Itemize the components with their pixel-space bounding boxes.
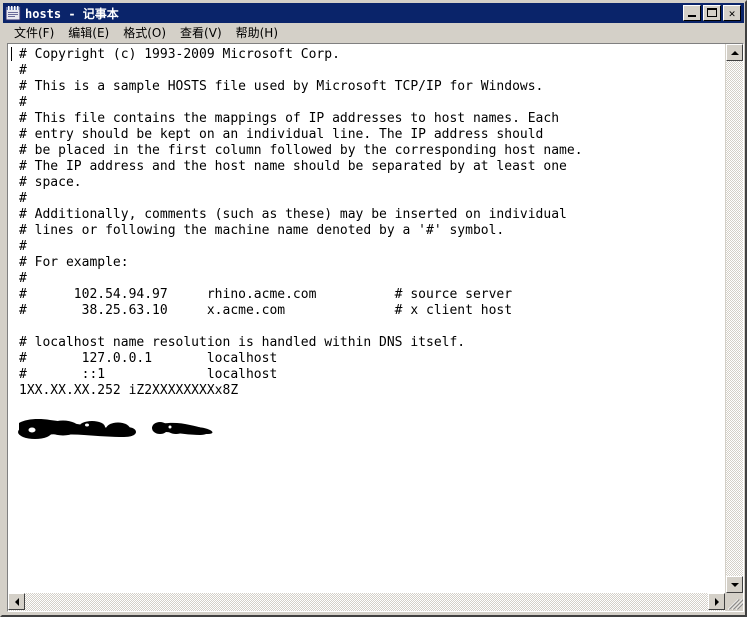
maximize-icon <box>707 8 717 17</box>
scroll-left-button[interactable] <box>8 593 25 610</box>
menu-help[interactable]: 帮助(H) <box>229 23 285 43</box>
text-line: # entry should be kept on an individual … <box>19 127 544 142</box>
text-line: 1XX.XX.XX.252 iZ2XXXXXXXXx8Z <box>19 383 239 398</box>
text-editor[interactable]: # Copyright (c) 1993-2009 Microsoft Corp… <box>8 44 725 593</box>
text-line: # The IP address and the host name shoul… <box>19 159 567 174</box>
close-icon: ✕ <box>728 6 736 20</box>
text-caret <box>11 47 12 61</box>
text-line: # lines or following the machine name de… <box>19 223 505 238</box>
window-controls: ✕ <box>683 5 741 21</box>
text-line: # <box>19 63 27 78</box>
editor-client-inner: # Copyright (c) 1993-2009 Microsoft Corp… <box>8 44 743 611</box>
text-line: # 38.25.63.10 x.acme.com # x client host <box>19 303 513 318</box>
editor-client-area: # Copyright (c) 1993-2009 Microsoft Corp… <box>7 43 744 612</box>
scroll-down-button[interactable] <box>726 576 743 593</box>
text-line: # ::1 localhost <box>19 367 278 382</box>
text-line: # localhost name resolution is handled w… <box>19 335 466 350</box>
text-line: # This is a sample HOSTS file used by Mi… <box>19 79 544 94</box>
text-line: # <box>19 95 27 110</box>
hosts-file-content: # Copyright (c) 1993-2009 Microsoft Corp… <box>19 47 583 399</box>
menu-edit[interactable]: 编辑(E) <box>61 23 116 43</box>
notepad-window: hosts - 记事本 ✕ 文件(F) 编辑(E) 格式(O) 查看(V) 帮助… <box>0 0 747 617</box>
menu-view[interactable]: 查看(V) <box>173 23 229 43</box>
minimize-button[interactable] <box>683 5 701 21</box>
menu-file[interactable]: 文件(F) <box>7 23 61 43</box>
vertical-scrollbar[interactable] <box>725 44 743 593</box>
menu-format[interactable]: 格式(O) <box>116 23 173 43</box>
minimize-icon <box>688 15 696 17</box>
text-line: # 102.54.94.97 rhino.acme.com # source s… <box>19 287 513 302</box>
text-line: # Additionally, comments (such as these)… <box>19 207 567 222</box>
close-button[interactable]: ✕ <box>723 5 741 21</box>
text-line: # For example: <box>19 255 129 270</box>
text-line: # Copyright (c) 1993-2009 Microsoft Corp… <box>19 47 340 62</box>
text-line <box>19 319 583 335</box>
text-line: # be placed in the first column followed… <box>19 143 583 158</box>
resize-grip[interactable] <box>725 593 743 611</box>
text-line: # <box>19 191 27 206</box>
text-line: # space. <box>19 175 82 190</box>
menu-bar: 文件(F) 编辑(E) 格式(O) 查看(V) 帮助(H) <box>3 23 744 42</box>
notepad-icon <box>5 5 21 21</box>
title-bar[interactable]: hosts - 记事本 ✕ <box>3 3 744 23</box>
text-line: # This file contains the mappings of IP … <box>19 111 560 126</box>
maximize-button[interactable] <box>703 5 721 21</box>
scroll-up-button[interactable] <box>726 44 743 61</box>
horizontal-scrollbar[interactable] <box>8 593 725 611</box>
scroll-right-button[interactable] <box>708 593 725 610</box>
text-line: # 127.0.0.1 localhost <box>19 351 278 366</box>
text-line: # <box>19 239 27 254</box>
text-line: # <box>19 271 27 286</box>
window-title: hosts - 记事本 <box>25 6 119 21</box>
